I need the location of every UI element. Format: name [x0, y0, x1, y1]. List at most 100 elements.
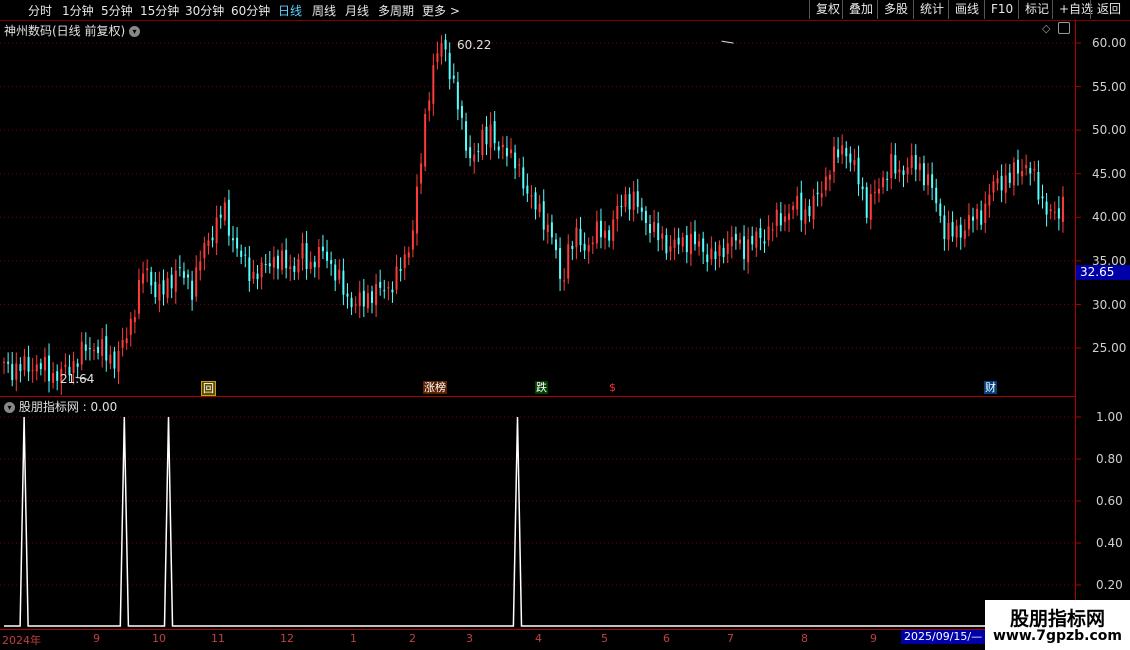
candle-body [947, 222, 950, 240]
candle-body [980, 210, 983, 225]
candle-body [342, 270, 345, 295]
candle-body [894, 155, 897, 174]
candle-body [943, 215, 946, 240]
watermark-name: 股朋指标网 [1009, 608, 1105, 630]
watermark-box: 股朋指标网 www.7gpzb.com [985, 600, 1130, 650]
candle-body [828, 174, 831, 180]
candle-body [248, 257, 251, 281]
indicator-line [4, 416, 1063, 627]
candle-body [1012, 162, 1015, 186]
candle-body [967, 215, 970, 230]
candle-body [170, 274, 173, 289]
candle-body [853, 160, 856, 166]
candle-body [841, 145, 844, 155]
candle-body [939, 203, 942, 216]
candle-body [101, 339, 104, 356]
candle-body [796, 196, 799, 210]
candle-body [64, 364, 67, 367]
candle-body [788, 213, 791, 220]
candle-body [358, 292, 361, 307]
candle-body [456, 82, 459, 110]
candle-body [448, 52, 451, 80]
indicator-y-tick: 0.80 [1096, 452, 1123, 466]
candle-body [309, 261, 312, 269]
chart-canvas [0, 33, 1081, 627]
candle-body [321, 246, 324, 252]
candle-body [546, 224, 549, 232]
y-tick-label: 50.00 [1092, 123, 1127, 137]
candle-body [481, 130, 484, 156]
candle-body [281, 250, 284, 270]
candle-body [150, 271, 153, 286]
candle-body [681, 237, 684, 247]
marker-hui[interactable]: 回 [201, 381, 216, 396]
candle-body [653, 221, 656, 232]
marker-zhangbang[interactable]: 涨榜 [423, 381, 447, 394]
candle-body [19, 364, 22, 371]
candle-body [272, 256, 275, 268]
candle-body [538, 203, 541, 213]
candle-body [231, 238, 234, 241]
candle-body [649, 223, 652, 233]
y-tick-label: 25.00 [1092, 341, 1127, 355]
candle-body [779, 213, 782, 226]
candle-body [256, 273, 259, 280]
candle-body [837, 149, 840, 158]
candle-body [906, 167, 909, 175]
candle-body [493, 121, 496, 144]
candle-body [710, 248, 713, 260]
candle-body [636, 191, 639, 207]
candle-body [264, 264, 267, 266]
marker-die[interactable]: 跌 [535, 381, 548, 394]
candle-body [452, 75, 455, 79]
x-tick-label: 3 [466, 632, 473, 645]
x-tick-label: 12 [280, 632, 294, 645]
marker-finance[interactable]: 财 [984, 381, 997, 394]
candle-body [1016, 159, 1019, 174]
candle-body [833, 146, 836, 172]
candle-body [812, 195, 815, 220]
high-arrow [721, 40, 734, 44]
candle-body [706, 254, 709, 263]
candle-body [522, 167, 525, 189]
candle-body [1037, 171, 1040, 200]
candle-body [534, 192, 537, 210]
candle-body [563, 280, 566, 282]
candle-body [27, 356, 30, 372]
candle-body [375, 284, 378, 305]
candle-body [113, 351, 116, 369]
candle-body [914, 155, 917, 170]
candle-body [918, 163, 921, 170]
x-tick-label: 6 [663, 632, 670, 645]
marker-dollar[interactable]: $ [608, 381, 617, 394]
candle-body [236, 237, 239, 249]
candle-body [350, 297, 353, 308]
candle-body [1057, 208, 1060, 219]
candle-body [734, 233, 737, 241]
candle-body [693, 231, 696, 245]
chevron-down-icon[interactable]: ▾ [4, 402, 15, 413]
candle-body [616, 206, 619, 220]
candle-body [702, 238, 705, 252]
candle-body [800, 192, 803, 221]
candle-body [178, 267, 181, 269]
candle-body [88, 348, 91, 350]
candle-body [403, 254, 406, 269]
y-tick-label: 45.00 [1092, 167, 1127, 181]
candle-body [207, 240, 210, 247]
candle-body [35, 364, 38, 372]
candle-body [154, 281, 157, 298]
candle-body [420, 163, 423, 184]
candle-body [125, 338, 128, 344]
candle-body [1000, 175, 1003, 191]
grid-lines [0, 42, 1081, 586]
candle-body [644, 210, 647, 223]
candle-body [763, 241, 766, 244]
candle-body [992, 181, 995, 193]
candle-body [902, 170, 905, 175]
candle-body [313, 261, 316, 268]
candle-body [203, 242, 206, 259]
candle-body [428, 100, 431, 111]
y-tick-label: 55.00 [1092, 80, 1127, 94]
candle-body [599, 220, 602, 238]
